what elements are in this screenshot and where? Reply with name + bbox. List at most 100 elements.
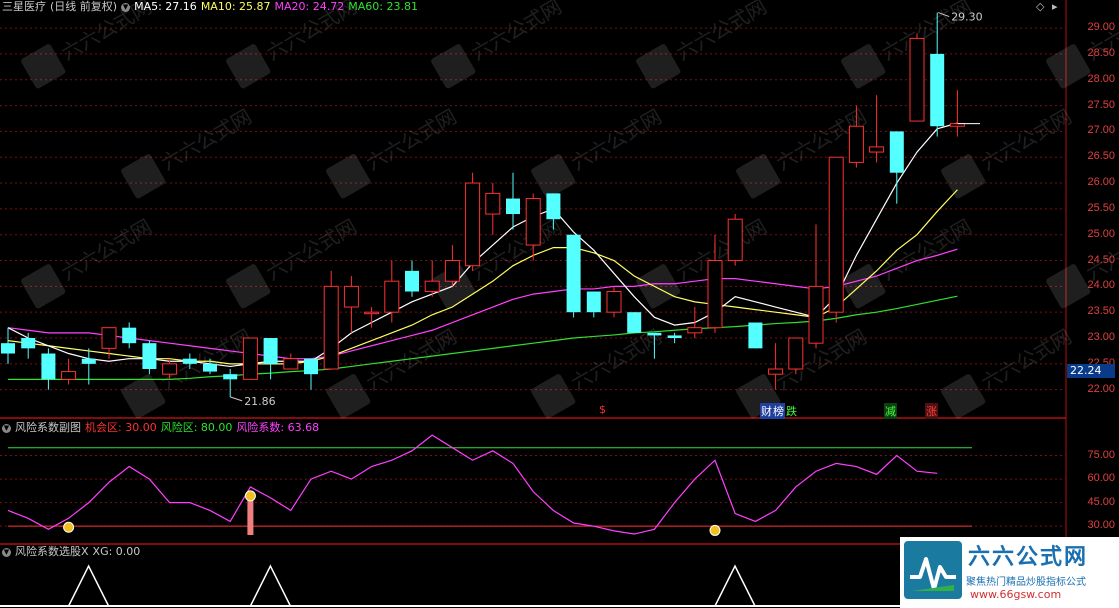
candle [808,224,824,349]
watermark-tile-text: 六六公式网 [467,0,566,65]
watermark-url: www.66gsw.com [970,588,1062,601]
select-panel-header: ▼ 风险系数选股X XG: 0.00 [2,545,144,559]
candle-body [41,353,56,380]
candle-body [546,193,561,220]
risk-zone-label: 风险区: 80.00 [160,421,233,434]
candle-body [788,337,804,370]
y-tick-label: 27.00 [1087,124,1115,137]
y-tick-label: 29.00 [1087,21,1115,34]
watermark-tile: 六六公式网 [531,104,666,199]
risk-panel-arrow-icon[interactable]: ▼ [2,423,11,433]
risk-coef-label: 风险系数: 63.68 [236,421,320,434]
candle-body [828,156,844,313]
stock-name[interactable]: 三星医疗 [2,0,46,13]
candle [828,156,844,323]
y-tick-label: 26.50 [1087,150,1115,163]
candle-body [566,234,581,313]
money-bag-icon [244,490,256,502]
y-tick-label: 30.00 [1087,519,1115,532]
select-panel-arrow-icon[interactable]: ▼ [2,547,11,557]
candle [21,332,36,359]
candle-body [323,285,339,370]
watermark-tile-text: 六六公式网 [977,324,1076,395]
candle [242,337,258,380]
watermark-tile: 六六公式网 [841,214,976,309]
watermark-tile-text: 六六公式网 [977,104,1076,175]
low-pointer [230,396,243,402]
watermark-slogan: 聚焦热门精品炒股指标公式 [966,577,1086,588]
candle-body [182,358,197,364]
candle [788,337,804,375]
candle [586,291,601,318]
ma60-label: MA60: 23.81 [348,0,418,13]
candle [465,172,481,271]
watermark-site: 六六公式网 [968,545,1089,570]
candle [41,348,56,390]
candle [444,245,460,287]
dropdown-arrow-icon[interactable]: ▼ [121,2,131,12]
candle-body [384,280,400,313]
y-tick-label: 75.00 [1087,448,1115,461]
watermark-tile: 六六公式网 [226,214,361,309]
candle-body [707,260,723,329]
low-label: 21.86 [244,395,276,408]
candle [61,358,77,385]
money-bag-icon [63,521,75,533]
candle-body [61,371,77,380]
candle [627,312,642,333]
watermark-tile-text: 六六公式网 [362,324,461,395]
event-marker[interactable]: 跌 [785,403,798,419]
watermark-tile: 六六公式网 [636,214,771,309]
candle-body [627,312,642,333]
current-price-tag: 22.24 [1067,364,1115,378]
candle [566,234,581,318]
candle [1,327,15,364]
watermark-tile-text: 六六公式网 [672,0,771,65]
event-marker[interactable]: 涨 [925,403,938,419]
y-tick-label: 24.50 [1087,253,1115,266]
candle-body [727,218,743,262]
candle [122,322,137,349]
candle-body [142,343,157,370]
select-panel-title[interactable]: 风险系数选股X [15,545,89,558]
ma10-label: MA10: 25.87 [200,0,271,13]
risk-panel-title[interactable]: 风险系数副图 [15,421,81,434]
candle-body [1,343,15,354]
candle-body [848,125,864,163]
candle-body [424,280,440,293]
candle [142,340,157,375]
candle [909,33,925,122]
candle [687,307,703,339]
money-bag-bar [247,497,254,535]
candle-body [81,358,96,364]
watermark-tile: 六六公式网 [121,324,256,419]
watermark-tile-text: 六六公式网 [262,214,361,285]
y-tick-label: 22.00 [1087,382,1115,395]
logo-icon [904,541,962,599]
candle-body [909,37,925,122]
candle-body [606,291,622,313]
event-marker[interactable]: 减 [884,403,897,419]
candle-body [930,53,945,127]
menu-icon[interactable]: ▸ [1052,0,1058,13]
watermark-tile: 六六公式网 [941,324,1076,419]
candle-body [485,192,501,215]
candle-body [869,146,885,153]
diamond-icon[interactable]: ◇ [1036,0,1044,13]
y-tick-label: 60.00 [1087,472,1115,485]
y-tick-label: 25.50 [1087,201,1115,214]
candle [748,322,763,349]
event-marker[interactable]: 榜 [772,403,785,419]
candle-body [21,338,36,349]
candle-body [506,198,520,215]
risk-panel-header: ▼ 风险系数副图 机会区: 30.00 风险区: 80.00 风险系数: 63.68 [2,421,323,435]
event-marker[interactable]: $ [598,403,607,416]
watermark-logo: 六六公式网 聚焦热门精品炒股指标公式 www.66gsw.com [900,537,1119,608]
candle-body [203,363,217,372]
candle [949,90,965,137]
watermark-tile-text: 六六公式网 [1082,214,1119,285]
candle-body [162,363,178,375]
y-tick-label: 23.00 [1087,331,1115,343]
watermark-tile-text: 六六公式网 [57,214,156,285]
candle-body [405,270,419,292]
